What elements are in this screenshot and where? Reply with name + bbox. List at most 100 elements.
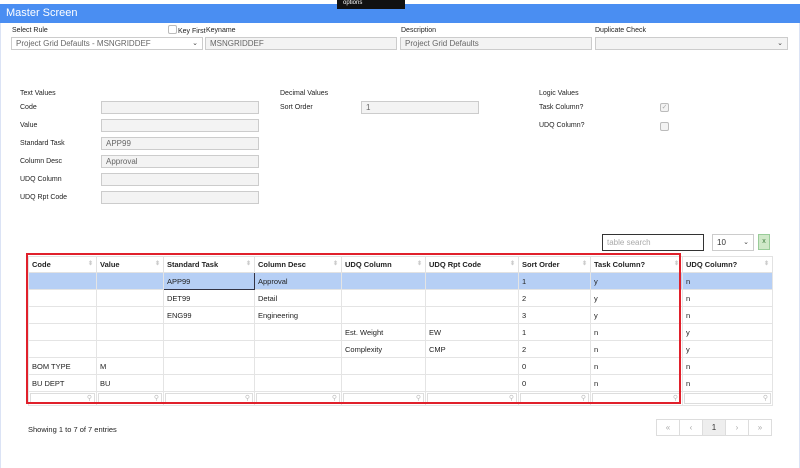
table-cell[interactable] [254,323,342,341]
table-cell[interactable]: n [682,374,773,392]
table-cell[interactable]: EW [425,323,519,341]
table-row[interactable]: APP99 Approval 1 y n [28,272,773,290]
column-filter[interactable]: ⚲ [96,391,164,406]
table-cell[interactable]: n [590,340,683,358]
column-filter[interactable]: ⚲ [341,391,426,406]
table-cell[interactable]: BU DEPT [28,374,97,392]
table-cell[interactable] [341,357,426,375]
column-header[interactable]: UDQ Column? ⬍ [682,256,773,273]
table-cell[interactable]: n [682,306,773,324]
table-cell[interactable] [163,340,255,358]
pagination-button[interactable]: ‹ [679,419,703,436]
key-first-checkbox[interactable] [168,25,177,34]
table-cell[interactable] [163,374,255,392]
pagination-button[interactable]: 1 [702,419,726,436]
keyname-field[interactable]: MSNGRIDDEF [205,37,397,50]
table-cell[interactable]: CMP [425,340,519,358]
pagination-button[interactable]: › [725,419,749,436]
table-row[interactable]: Complexity CMP 2 n y [28,340,773,358]
sort-order-field[interactable]: 1 [361,101,479,114]
column-filter[interactable]: ⚲ [425,391,519,406]
table-search-input[interactable]: table search [602,234,704,251]
table-row[interactable]: BU DEPT BU 0 n n [28,374,773,392]
page-size-select[interactable]: 10 ⌄ [712,234,754,251]
table-cell[interactable]: 0 [518,357,591,375]
table-cell[interactable] [341,272,426,290]
table-cell[interactable]: n [682,357,773,375]
table-cell[interactable] [28,340,97,358]
column-header[interactable]: Task Column? ⬍ [590,256,683,273]
column-header[interactable]: Column Desc ⬍ [254,256,342,273]
table-cell[interactable] [163,323,255,341]
column-filter[interactable]: ⚲ [254,391,342,406]
table-cell[interactable] [425,306,519,324]
table-cell[interactable] [96,340,164,358]
table-cell[interactable] [425,357,519,375]
select-rule-dropdown[interactable]: Project Grid Defaults - MSNGRIDDEF ⌄ [11,37,203,50]
table-cell[interactable] [425,289,519,307]
excel-export-button[interactable]: x [758,234,770,250]
duplicate-check-dropdown[interactable]: ⌄ [595,37,788,50]
table-cell[interactable]: Approval [254,272,342,290]
table-cell[interactable]: y [590,289,683,307]
udq-column-checkbox[interactable] [660,122,669,131]
table-cell[interactable]: n [590,323,683,341]
text-field-input[interactable] [101,119,259,132]
table-cell[interactable]: n [682,272,773,290]
table-cell[interactable]: Complexity [341,340,426,358]
task-column-checkbox[interactable]: ✓ [660,103,669,112]
table-cell[interactable] [254,374,342,392]
description-field[interactable]: Project Grid Defaults [400,37,592,50]
table-cell[interactable] [341,306,426,324]
table-cell[interactable]: 2 [518,340,591,358]
table-cell[interactable]: 1 [518,272,591,290]
table-cell[interactable] [28,323,97,341]
text-field-input[interactable]: APP99 [101,137,259,150]
table-cell[interactable]: BU [96,374,164,392]
column-header[interactable]: Code ⬍ [28,256,97,273]
column-header[interactable]: Sort Order ⬍ [518,256,591,273]
table-cell[interactable]: 0 [518,374,591,392]
column-filter[interactable]: ⚲ [682,391,773,406]
table-cell[interactable] [96,323,164,341]
table-cell[interactable]: APP99 [163,272,255,290]
table-cell[interactable] [96,289,164,307]
table-cell[interactable] [254,340,342,358]
table-cell[interactable] [163,357,255,375]
text-field-input[interactable]: Approval [101,155,259,168]
column-filter[interactable]: ⚲ [590,391,683,406]
table-cell[interactable] [96,306,164,324]
column-header[interactable]: Value ⬍ [96,256,164,273]
table-cell[interactable]: Engineering [254,306,342,324]
table-cell[interactable]: n [590,357,683,375]
table-cell[interactable]: y [590,306,683,324]
text-field-input[interactable] [101,191,259,204]
table-cell[interactable]: 1 [518,323,591,341]
table-cell[interactable]: Est. Weight [341,323,426,341]
column-header[interactable]: Standard Task ⬍ [163,256,255,273]
table-cell[interactable]: ENG99 [163,306,255,324]
pagination-button[interactable]: » [748,419,772,436]
pagination-button[interactable]: « [656,419,680,436]
table-cell[interactable]: y [682,323,773,341]
table-cell[interactable]: 2 [518,289,591,307]
column-filter[interactable]: ⚲ [163,391,255,406]
table-cell[interactable] [254,357,342,375]
table-cell[interactable] [96,272,164,290]
table-row[interactable]: ENG99 Engineering 3 y n [28,306,773,324]
table-cell[interactable]: M [96,357,164,375]
table-cell[interactable]: DET99 [163,289,255,307]
table-cell[interactable] [425,272,519,290]
table-cell[interactable]: y [682,340,773,358]
text-field-input[interactable] [101,101,259,114]
table-cell[interactable]: Detail [254,289,342,307]
text-field-input[interactable] [101,173,259,186]
table-cell[interactable] [28,272,97,290]
table-cell[interactable] [341,289,426,307]
table-cell[interactable]: n [682,289,773,307]
table-cell[interactable]: y [590,272,683,290]
column-header[interactable]: UDQ Column ⬍ [341,256,426,273]
table-row[interactable]: Est. Weight EW 1 n y [28,323,773,341]
column-header[interactable]: UDQ Rpt Code ⬍ [425,256,519,273]
table-row[interactable]: BOM TYPE M 0 n n [28,357,773,375]
